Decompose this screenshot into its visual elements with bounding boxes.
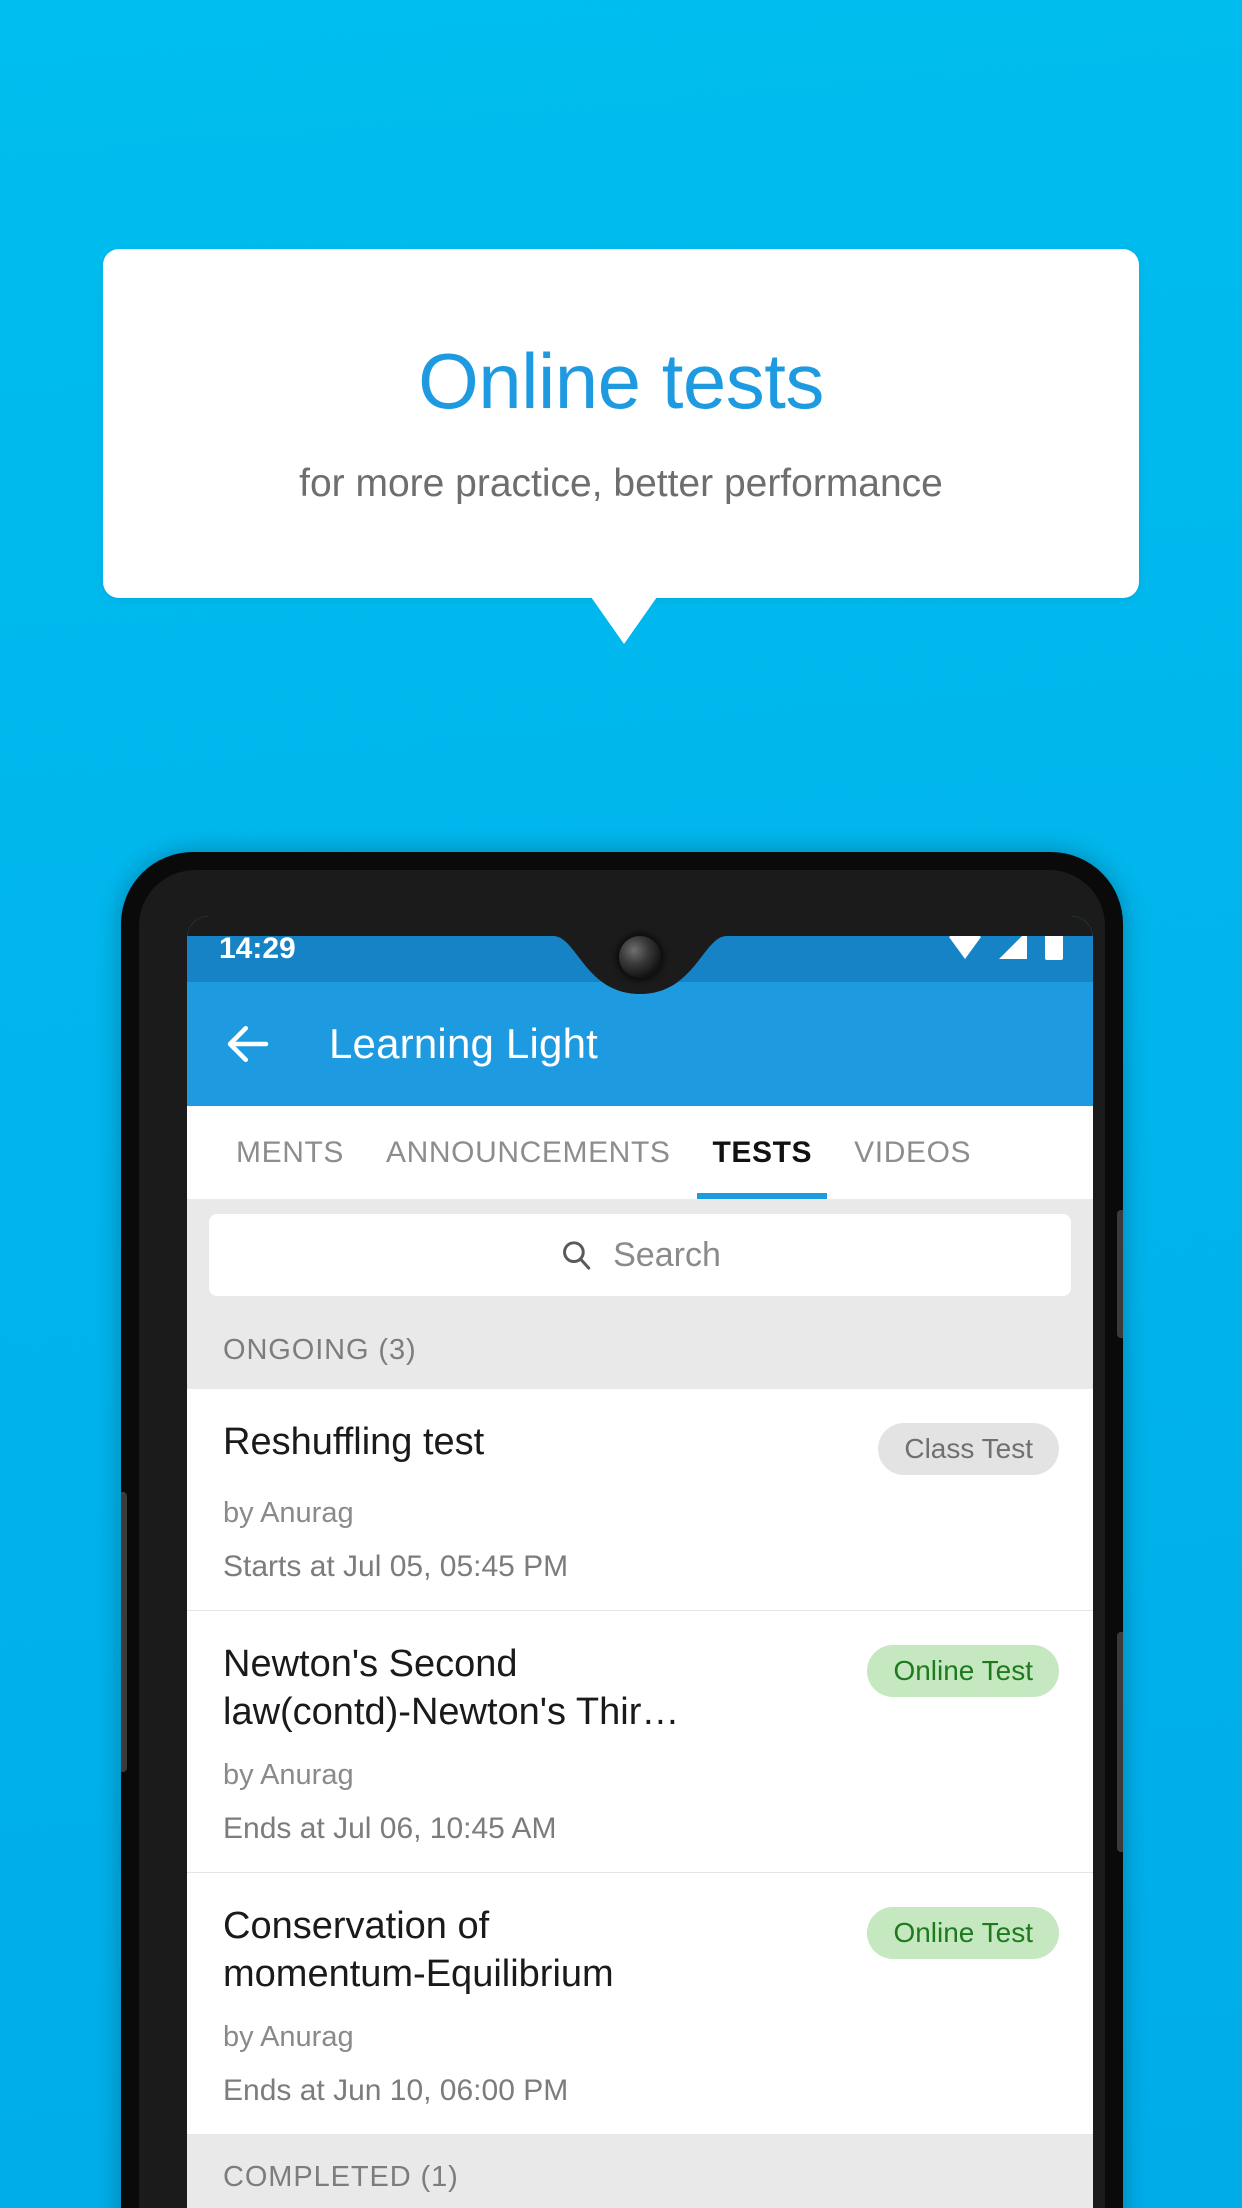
test-title: Reshuffling test: [223, 1421, 485, 1463]
status-badge: Online Test: [867, 1906, 1059, 1959]
section-header-completed: COMPLETED (1): [187, 2134, 1093, 2208]
tab-label: MENTS: [236, 1135, 344, 1169]
status-bar-time: 14:29: [219, 932, 296, 965]
battery-icon: [1043, 929, 1065, 969]
promo-title: Online tests: [418, 336, 824, 425]
tab-assignments[interactable]: MENTS: [215, 1106, 365, 1199]
callout-tail-triangle: [591, 597, 657, 644]
search-container: Search: [187, 1200, 1093, 1312]
test-time: Starts at Jul 05, 05:45 PM: [223, 1550, 569, 1583]
cellular-signal-icon: [997, 930, 1029, 968]
test-time: Ends at Jun 10, 06:00 PM: [223, 2073, 569, 2107]
phone-screen: 14:29 Learning Light MENTS ANNOUNCEMENTS…: [187, 916, 1093, 2208]
tab-label: ANNOUNCEMENTS: [386, 1135, 671, 1169]
test-title: Conservation of momentum-Equilibrium: [223, 1904, 614, 1995]
section-header-ongoing: ONGOING (3): [187, 1312, 1093, 1389]
phone-volume-button[interactable]: [1117, 1632, 1123, 1852]
test-list-item[interactable]: Reshuffling test Class Test by Anurag St…: [187, 1389, 1093, 1611]
search-icon: [559, 1238, 593, 1272]
tab-label: VIDEOS: [854, 1135, 972, 1169]
front-camera-icon: [619, 936, 661, 978]
tests-content: Search ONGOING (3) Reshuffling test Clas…: [187, 1200, 1093, 2208]
test-author: by Anurag: [223, 1758, 354, 1791]
test-author: by Anurag: [223, 2020, 354, 2053]
status-badge: Class Test: [878, 1423, 1059, 1475]
wifi-icon: [947, 930, 983, 968]
search-placeholder-text: Search: [613, 1235, 721, 1274]
test-time: Ends at Jul 06, 10:45 AM: [223, 1811, 557, 1845]
back-arrow-icon[interactable]: [221, 1017, 275, 1071]
app-bar: Learning Light: [187, 982, 1093, 1106]
promo-subtitle: for more practice, better performance: [299, 461, 943, 505]
search-input[interactable]: Search: [209, 1214, 1071, 1296]
phone-bezel: 14:29 Learning Light MENTS ANNOUNCEMENTS…: [139, 870, 1105, 2208]
tab-announcements[interactable]: ANNOUNCEMENTS: [365, 1106, 691, 1199]
test-list-item[interactable]: Conservation of momentum-Equilibrium Onl…: [187, 1872, 1093, 2135]
app-bar-title: Learning Light: [329, 1020, 599, 1067]
status-badge: Online Test: [867, 1645, 1059, 1697]
promo-callout-card: Online tests for more practice, better p…: [103, 249, 1139, 598]
test-title: Newton's Second law(contd)-Newton's Thir…: [223, 1643, 680, 1733]
tab-label: TESTS: [712, 1135, 813, 1169]
tab-videos[interactable]: VIDEOS: [833, 1106, 992, 1199]
phone-side-button[interactable]: [121, 1492, 127, 1772]
phone-mockup: 14:29 Learning Light MENTS ANNOUNCEMENTS…: [121, 852, 1123, 2208]
test-list-item[interactable]: Newton's Second law(contd)-Newton's Thir…: [187, 1611, 1093, 1873]
tab-bar: MENTS ANNOUNCEMENTS TESTS VIDEOS: [187, 1106, 1093, 1200]
phone-power-button[interactable]: [1117, 1210, 1123, 1338]
test-author: by Anurag: [223, 1497, 354, 1529]
tab-tests[interactable]: TESTS: [691, 1106, 833, 1199]
